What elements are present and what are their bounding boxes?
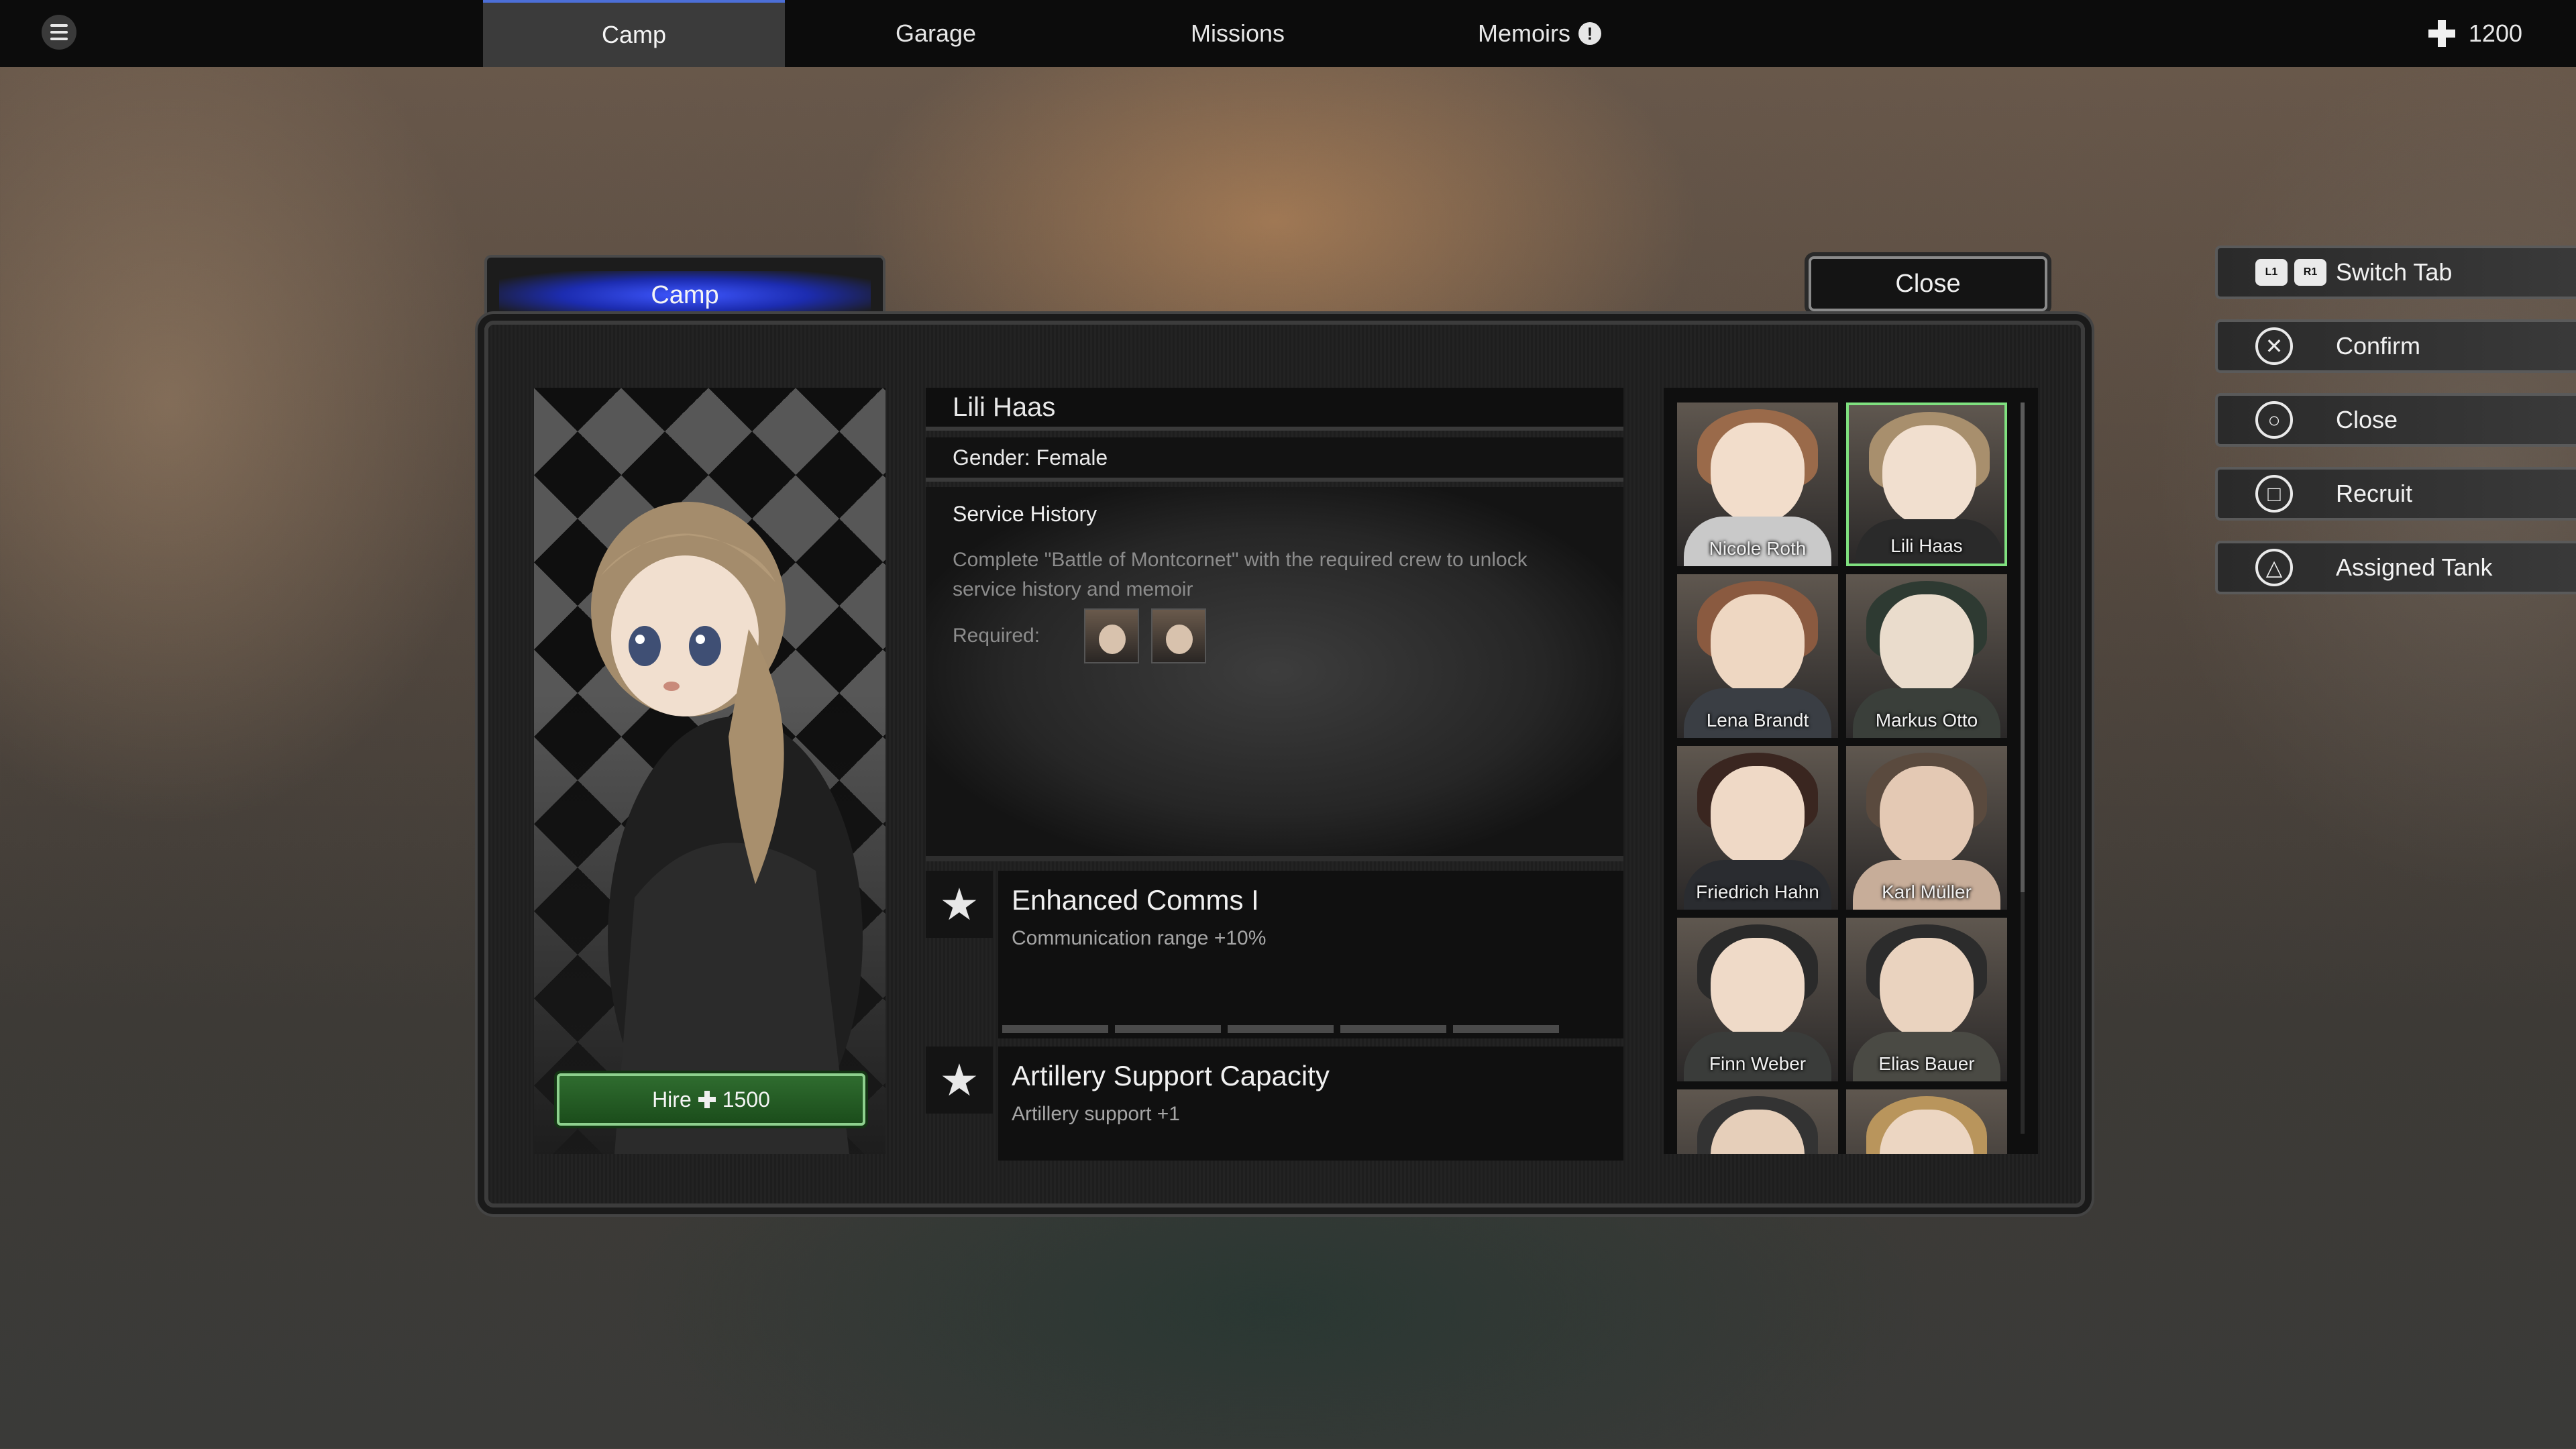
alert-icon: ! bbox=[1578, 22, 1601, 45]
top-bar: Camp Garage Missions Memoirs ! 1200 bbox=[0, 0, 2576, 67]
roster-card-name: Markus Otto bbox=[1875, 710, 1978, 731]
control-switch-tab[interactable]: L1 R1 Switch Tab bbox=[2215, 246, 2576, 299]
control-recruit[interactable]: □ Recruit bbox=[2215, 467, 2576, 521]
currency-display: 1200 bbox=[2428, 0, 2522, 67]
roster-card[interactable]: Lili Haas bbox=[1846, 402, 2007, 566]
tab-missions-label: Missions bbox=[1190, 19, 1285, 47]
skill-level-pip bbox=[1002, 1025, 1108, 1033]
tab-camp-label: Camp bbox=[601, 21, 667, 48]
character-name: Lili Haas bbox=[926, 388, 1623, 431]
skill-name: Enhanced Comms I bbox=[1012, 884, 1259, 916]
roster-scrollbar-thumb[interactable] bbox=[2021, 402, 2025, 892]
control-label: Switch Tab bbox=[2336, 258, 2453, 286]
service-history: Service History Complete "Battle of Mont… bbox=[926, 487, 1623, 861]
tab-camp[interactable]: Camp bbox=[483, 0, 785, 67]
square-button-icon: □ bbox=[2255, 475, 2293, 513]
roster-card-name: Nicole Roth bbox=[1709, 538, 1807, 559]
control-confirm[interactable]: ✕ Confirm bbox=[2215, 319, 2576, 373]
triangle-button-icon: △ bbox=[2255, 549, 2293, 586]
roster-card-name: Elias Bauer bbox=[1878, 1053, 1975, 1074]
required-crew-avatar bbox=[1151, 608, 1207, 663]
control-label: Close bbox=[2336, 406, 2398, 433]
tab-memoirs[interactable]: Memoirs ! bbox=[1389, 0, 1690, 67]
control-assigned-tank[interactable]: △ Assigned Tank bbox=[2215, 541, 2576, 594]
skill-level-pip bbox=[1228, 1025, 1334, 1033]
skill-name: Artillery Support Capacity bbox=[1012, 1060, 1330, 1091]
hire-label: Hire bbox=[652, 1087, 692, 1112]
character-portrait bbox=[534, 388, 885, 1154]
star-icon: ★ bbox=[926, 871, 993, 938]
skill-description: Communication range +10% bbox=[1012, 927, 1267, 949]
panel-header-tab: Camp bbox=[484, 255, 885, 329]
roster-card[interactable]: Friedrich Hahn bbox=[1677, 746, 1838, 910]
skill-level-pip bbox=[1115, 1025, 1221, 1033]
tab-memoirs-label: Memoirs bbox=[1477, 19, 1570, 47]
roster-card[interactable]: Karl Müller bbox=[1846, 746, 2007, 910]
tab-missions[interactable]: Missions bbox=[1087, 0, 1389, 67]
roster-card-name: Finn Weber bbox=[1709, 1053, 1807, 1074]
skill-level-pip bbox=[1453, 1025, 1559, 1033]
roster-card[interactable]: Markus Otto bbox=[1846, 574, 2007, 738]
panel-title: Camp bbox=[651, 280, 719, 309]
control-label: Assigned Tank bbox=[2336, 553, 2493, 581]
control-close[interactable]: ○ Close bbox=[2215, 393, 2576, 447]
skill-enhanced-comms: ★ Enhanced Comms I Communication range +… bbox=[926, 871, 1623, 1038]
hamburger-menu-icon[interactable] bbox=[42, 15, 76, 50]
r1-button-icon: R1 bbox=[2294, 259, 2326, 286]
roster-card[interactable]: Nicole Roth bbox=[1677, 402, 1838, 566]
skill-artillery-support: ★ Artillery Support Capacity Artillery s… bbox=[926, 1046, 1623, 1161]
l1-button-icon: L1 bbox=[2255, 259, 2288, 286]
service-history-title: Service History bbox=[953, 502, 1097, 526]
iron-cross-icon bbox=[698, 1091, 716, 1108]
control-label: Confirm bbox=[2336, 332, 2421, 360]
skill-description: Artillery support +1 bbox=[1012, 1103, 1180, 1125]
close-button-label: Close bbox=[1895, 269, 1961, 298]
tab-garage-label: Garage bbox=[895, 19, 977, 47]
roster-card-partial[interactable] bbox=[1677, 1089, 1838, 1154]
tab-garage[interactable]: Garage bbox=[785, 0, 1087, 67]
required-crew: Required: bbox=[953, 608, 1597, 663]
close-button[interactable]: Close bbox=[1809, 256, 2047, 311]
roster-card[interactable]: Elias Bauer bbox=[1846, 918, 2007, 1081]
hire-cost: 1500 bbox=[722, 1087, 770, 1112]
character-gender-text: Gender: Female bbox=[953, 445, 1108, 470]
roster-card-name: Lena Brandt bbox=[1706, 710, 1809, 731]
roster-card-name: Lili Haas bbox=[1890, 535, 1963, 556]
roster-grid: Nicole Roth Lili Haas Lena Brandt Markus… bbox=[1664, 388, 2038, 1154]
skill-level-pip bbox=[1340, 1025, 1446, 1033]
roster-scrollbar[interactable] bbox=[2021, 402, 2025, 1134]
control-label: Recruit bbox=[2336, 480, 2413, 507]
skill-level-pips bbox=[1002, 1025, 1559, 1033]
cross-button-icon: ✕ bbox=[2255, 327, 2293, 365]
required-label: Required: bbox=[953, 625, 1040, 647]
character-gender: Gender: Female bbox=[926, 437, 1623, 482]
roster-card[interactable]: Lena Brandt bbox=[1677, 574, 1838, 738]
star-icon: ★ bbox=[926, 1046, 993, 1114]
currency-amount: 1200 bbox=[2468, 19, 2522, 47]
hire-button[interactable]: Hire 1500 bbox=[557, 1073, 865, 1126]
circle-button-icon: ○ bbox=[2255, 401, 2293, 439]
iron-cross-icon bbox=[2428, 20, 2455, 47]
character-name-text: Lili Haas bbox=[953, 392, 1056, 422]
roster-card-partial[interactable] bbox=[1846, 1089, 2007, 1154]
roster-card-name: Karl Müller bbox=[1882, 881, 1972, 902]
service-history-text: Complete "Battle of Montcornet" with the… bbox=[953, 549, 1527, 600]
roster-card[interactable]: Finn Weber bbox=[1677, 918, 1838, 1081]
roster-card-name: Friedrich Hahn bbox=[1696, 881, 1819, 902]
required-crew-avatar bbox=[1084, 608, 1140, 663]
